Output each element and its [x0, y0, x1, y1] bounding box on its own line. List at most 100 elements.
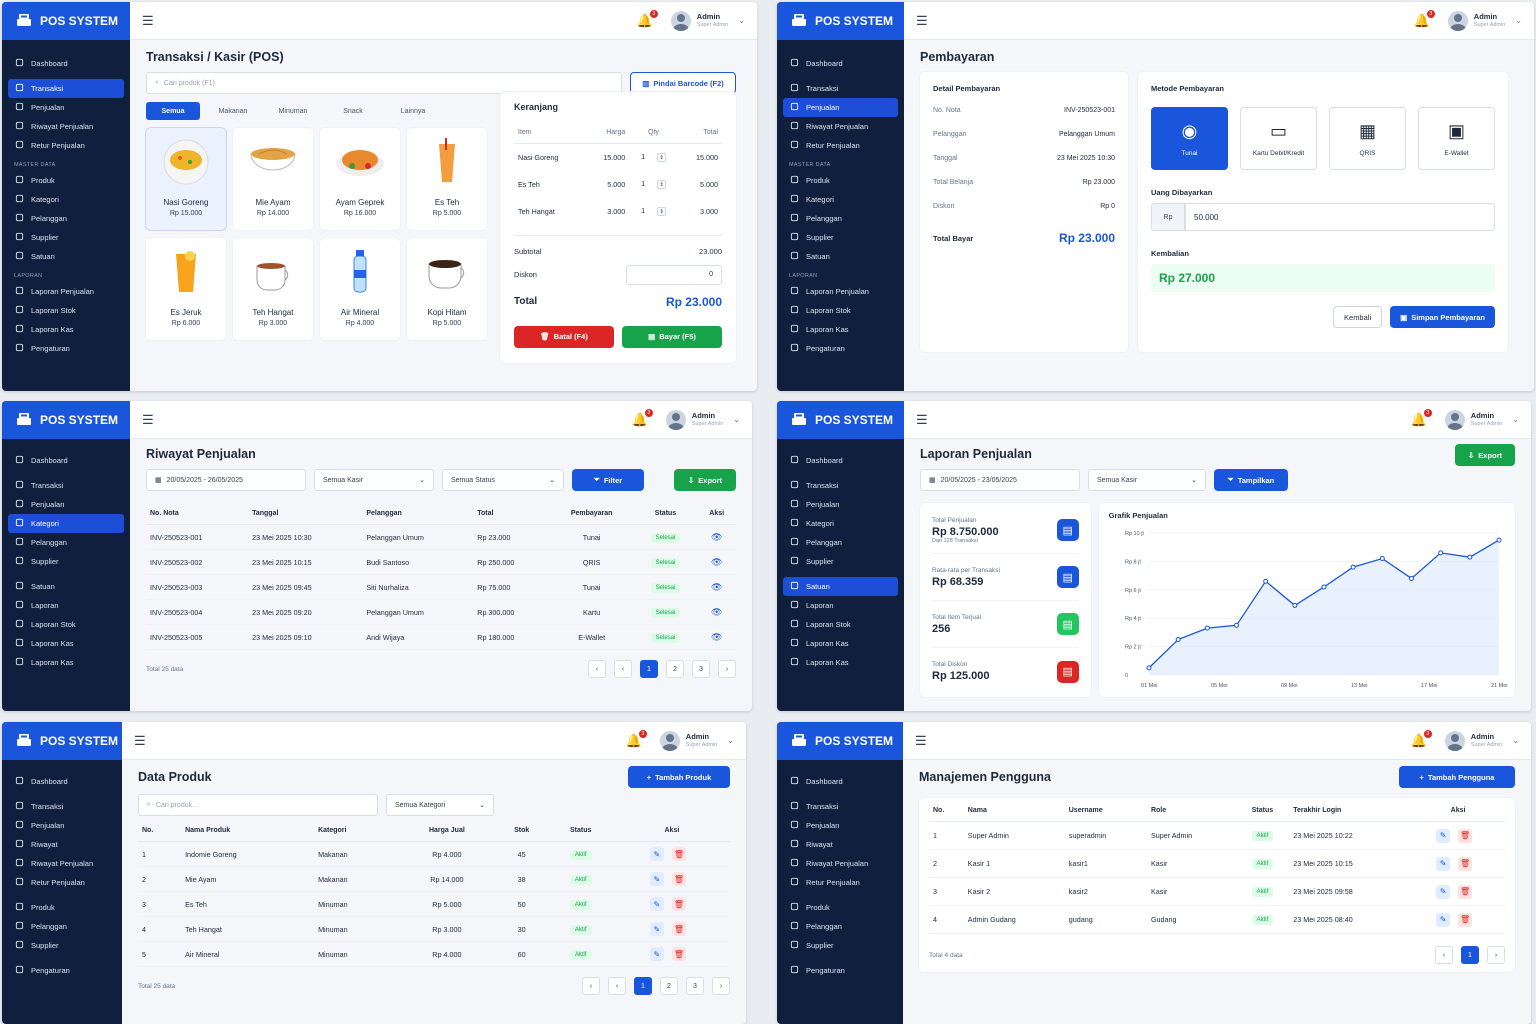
sidebar-item[interactable]: Riwayat Penjualan [783, 117, 898, 136]
sidebar-item[interactable]: Laporan Stok [783, 301, 898, 320]
sidebar-item[interactable]: Pelanggan [783, 917, 897, 936]
sidebar-item[interactable]: Laporan Kas [783, 653, 898, 672]
user-menu[interactable]: Admin Super Admin ⌄ [1447, 10, 1522, 31]
bell-icon[interactable]: 🔔 3 [637, 9, 658, 29]
sidebar-item[interactable]: Kategori [783, 190, 898, 209]
sidebar-item[interactable]: Laporan [8, 596, 124, 615]
cashier-select[interactable]: Semua Kasir ⌄ [314, 469, 434, 491]
sidebar-item[interactable]: Dashboard [783, 54, 898, 73]
sidebar-item[interactable]: Laporan Kas [8, 634, 124, 653]
sidebar-item[interactable]: Dashboard [783, 772, 897, 791]
first-page-icon[interactable]: ‹ [582, 977, 600, 995]
page-button[interactable]: 3 [692, 660, 710, 678]
sidebar-item[interactable]: Pengaturan [8, 961, 116, 980]
bell-icon[interactable]: 🔔 3 [1411, 729, 1432, 749]
edit-icon[interactable]: ✎ [649, 847, 664, 861]
page-button[interactable]: 1 [640, 660, 658, 678]
status-select[interactable]: Semua Status ⌄ [442, 469, 564, 491]
menu-toggle-icon[interactable]: ☰ [916, 412, 928, 428]
brand[interactable]: POS SYSTEM [2, 401, 130, 439]
search-input[interactable]: ⌕ Cari produk (F1) [146, 72, 622, 94]
user-menu[interactable]: Admin Super Admin ⌄ [665, 409, 740, 430]
sidebar-item[interactable]: Penjualan [783, 98, 898, 117]
sidebar-item[interactable]: Laporan Kas [8, 320, 124, 339]
sidebar-item[interactable]: Dashboard [8, 54, 124, 73]
category-tab[interactable]: Snack [326, 102, 380, 120]
sidebar-item[interactable]: Supplier [8, 228, 124, 247]
next-page-icon[interactable]: › [718, 660, 736, 678]
edit-icon[interactable]: ✎ [649, 922, 664, 936]
sidebar-item[interactable]: Kategori [8, 190, 124, 209]
brand[interactable]: POS SYSTEM [777, 2, 904, 40]
sidebar-item[interactable]: Supplier [783, 228, 898, 247]
sidebar-item[interactable]: Penjualan [8, 816, 116, 835]
sidebar-item[interactable]: Produk [8, 898, 116, 917]
sidebar-item[interactable]: Pelanggan [8, 209, 124, 228]
page-button[interactable]: 3 [686, 977, 704, 995]
edit-icon[interactable]: ✎ [1436, 884, 1451, 899]
bell-icon[interactable]: 🔔 3 [1414, 9, 1435, 29]
sidebar-item[interactable]: Supplier [783, 936, 897, 955]
brand[interactable]: POS SYSTEM [777, 401, 904, 439]
sidebar-item[interactable]: Penjualan [783, 816, 897, 835]
sidebar-item[interactable]: Riwayat [8, 835, 116, 854]
method-qr-code[interactable]: ▦ QRIS [1329, 107, 1406, 170]
sidebar-item[interactable]: Penjualan [8, 98, 124, 117]
sidebar-item[interactable]: Satuan [783, 247, 898, 266]
paid-input[interactable]: 50.000 [1185, 203, 1495, 231]
edit-icon[interactable]: ✎ [649, 947, 664, 961]
product-card-teh-hangat[interactable]: Teh Hangat Rp 3.000 [233, 238, 313, 340]
sidebar-item[interactable]: Laporan [783, 596, 898, 615]
sidebar-item[interactable]: Transaksi [783, 79, 898, 98]
menu-toggle-icon[interactable]: ☰ [142, 13, 154, 29]
product-card-air-mineral[interactable]: Air Mineral Rp 4.000 [320, 238, 400, 340]
product-card-kopi-hitam[interactable]: Kopi Hitam Rp 5.000 [407, 238, 487, 340]
brand[interactable]: POS SYSTEM [777, 722, 903, 760]
menu-toggle-icon[interactable]: ☰ [134, 733, 146, 749]
sidebar-item[interactable]: Satuan [783, 577, 898, 596]
menu-toggle-icon[interactable]: ☰ [915, 733, 927, 749]
category-select[interactable]: Semua Kategori ⌄ [386, 794, 494, 816]
date-range-input[interactable]: ▦ 20/05/2025 - 26/05/2025 [146, 469, 306, 491]
sidebar-item[interactable]: Dashboard [8, 772, 116, 791]
edit-icon[interactable]: ✎ [649, 872, 664, 886]
sidebar-item[interactable]: Riwayat Penjualan [8, 854, 116, 873]
sidebar-item[interactable]: Laporan Kas [8, 653, 124, 672]
eye-icon[interactable]: 👁 [711, 532, 722, 542]
method-credit-card[interactable]: ▭ Kartu Debit/Kredit [1240, 107, 1317, 170]
filter-button[interactable]: ⏷ Filter [572, 469, 644, 491]
sidebar-item[interactable]: Laporan Stok [8, 615, 124, 634]
cashier-select[interactable]: Semua Kasir ⌄ [1088, 469, 1206, 491]
pay-button[interactable]: ▤ Bayar (F5) [622, 325, 722, 348]
edit-icon[interactable]: ✎ [1436, 856, 1451, 871]
edit-icon[interactable]: ✎ [649, 897, 664, 911]
trash-icon[interactable]: 🗑 [671, 922, 686, 936]
bell-icon[interactable]: 🔔 3 [626, 729, 647, 749]
sidebar-item[interactable]: Satuan [8, 247, 124, 266]
menu-toggle-icon[interactable]: ☰ [142, 412, 154, 428]
user-menu[interactable]: Admin Super Admin ⌄ [1444, 409, 1519, 430]
first-page-icon[interactable]: ‹ [588, 660, 606, 678]
prev-page-icon[interactable]: ‹ [608, 977, 626, 995]
trash-icon[interactable]: 🗑 [1458, 912, 1473, 927]
trash-icon[interactable]: 🗑 [671, 847, 686, 861]
sidebar-item[interactable]: Transaksi [8, 476, 124, 495]
category-tab[interactable]: Minuman [266, 102, 320, 120]
add-product-button[interactable]: + Tambah Produk [628, 766, 730, 788]
sidebar-item[interactable]: Laporan Penjualan [783, 282, 898, 301]
method-cash[interactable]: ◉ Tunai [1151, 107, 1228, 170]
sidebar-item[interactable]: Supplier [783, 552, 898, 571]
sidebar-item[interactable]: Laporan Stok [8, 301, 124, 320]
product-card-ayam-geprek[interactable]: Ayam Geprek Rp 16.000 [320, 128, 400, 230]
stepper-icon[interactable]: ⇕ [657, 207, 667, 216]
category-tab[interactable]: Makanan [206, 102, 260, 120]
user-menu[interactable]: Admin Super Admin ⌄ [670, 10, 745, 31]
eye-icon[interactable]: 👁 [711, 607, 722, 617]
sidebar-item[interactable]: Pengaturan [783, 339, 898, 358]
sidebar-item[interactable]: Retur Penjualan [783, 136, 898, 155]
trash-icon[interactable]: 🗑 [1458, 828, 1473, 843]
bell-icon[interactable]: 🔔 3 [632, 408, 653, 428]
stepper-icon[interactable]: ⇕ [657, 153, 667, 163]
sidebar-item[interactable]: Satuan [8, 577, 124, 596]
trash-icon[interactable]: 🗑 [671, 872, 686, 886]
